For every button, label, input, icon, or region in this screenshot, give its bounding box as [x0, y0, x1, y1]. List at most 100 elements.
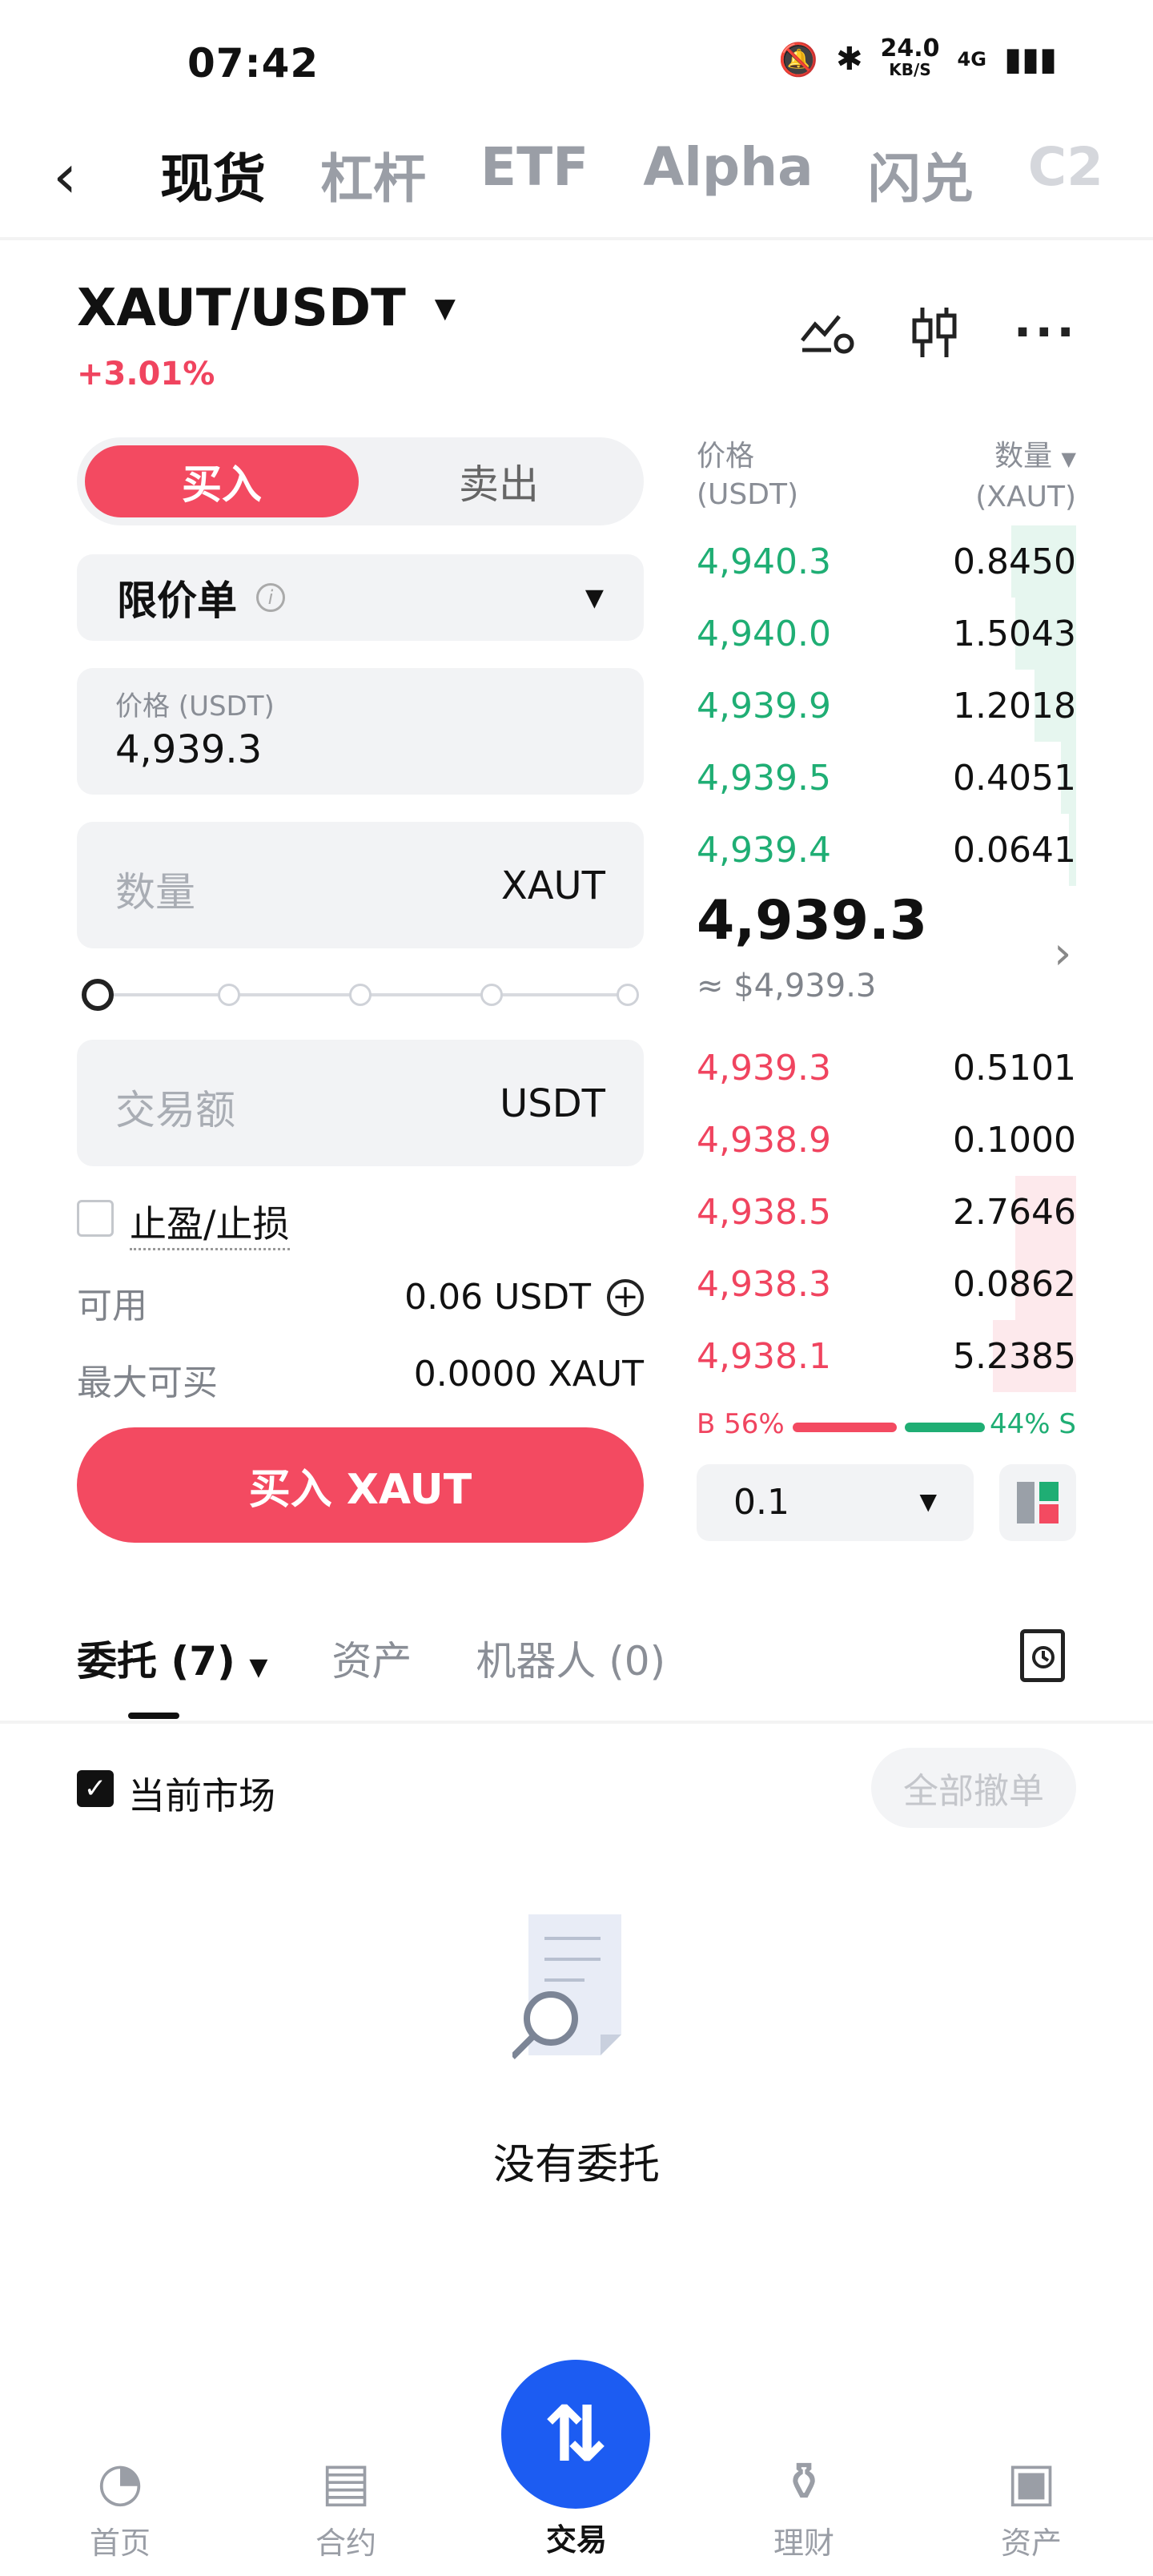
cancel-all-button[interactable]: 全部撤单	[871, 1748, 1076, 1828]
orders-tabs: 委托 (7) ▼ 资产 机器人 (0)	[77, 1629, 665, 1687]
tab-spot[interactable]: 现货	[160, 136, 266, 213]
price-field[interactable]: 价格 (USDT) 4,939.3	[77, 668, 644, 795]
orderbook-row[interactable]: 4,938.5 2.7646	[697, 1176, 1076, 1248]
net-speed: 24.0 KB/S	[881, 37, 940, 80]
ob-qty-header[interactable]: 数量 ▼ (XAUT)	[935, 437, 1076, 517]
orderbook-row[interactable]: 4,939.4 0.0641	[697, 814, 1076, 886]
orderbook-qty: 1.5043	[953, 614, 1076, 654]
tab-alpha[interactable]: Alpha	[643, 136, 813, 213]
available-row: 0.06 USDT +	[404, 1277, 644, 1318]
ob-price-header-label: 价格	[697, 440, 755, 473]
orderbook-qty: 1.2018	[953, 686, 1076, 727]
orderbook-price: 4,939.4	[697, 830, 831, 871]
ob-price-header-unit: (USDT)	[697, 478, 799, 511]
current-market-checkbox[interactable]: ✓	[77, 1770, 114, 1807]
current-market-label[interactable]: 当前市场	[128, 1767, 275, 1820]
orderbook-qty: 0.0641	[953, 830, 1076, 871]
price-alert-icon[interactable]	[799, 308, 855, 356]
orderbook-row[interactable]: 4,940.3 0.8450	[697, 525, 1076, 598]
sell-tab[interactable]: 卖出	[362, 445, 636, 517]
mid-price: 4,939.3	[697, 889, 928, 952]
add-funds-icon[interactable]: +	[607, 1278, 644, 1316]
depth-step-select[interactable]: 0.1 ▼	[697, 1464, 974, 1541]
tab-bots[interactable]: 机器人 (0)	[476, 1629, 665, 1687]
price-field-value[interactable]: 4,939.3	[115, 727, 262, 772]
tab-margin[interactable]: 杠杆	[320, 136, 426, 213]
pair-change: +3.01%	[77, 356, 215, 392]
order-type-label: 限价单	[117, 578, 237, 624]
earn-icon: ⚱	[781, 2451, 826, 2513]
quantity-unit: XAUT	[500, 863, 605, 908]
slider-stop-25[interactable]	[218, 984, 240, 1006]
orderbook-price: 4,938.5	[697, 1192, 831, 1233]
orderbook-qty: 0.4051	[953, 758, 1076, 799]
nav-futures[interactable]: ▤ 合约	[290, 2451, 402, 2562]
nav-home[interactable]: ◔ 首页	[64, 2451, 176, 2562]
buy-submit-button[interactable]: 买入 XAUT	[77, 1427, 644, 1543]
tab-convert[interactable]: 闪兑	[868, 136, 974, 213]
candlestick-chart-icon[interactable]	[908, 304, 961, 360]
tab-open-orders[interactable]: 委托 (7) ▼	[77, 1629, 267, 1687]
info-icon[interactable]: i	[256, 583, 285, 612]
orderbook-row[interactable]: 4,938.3 0.0862	[697, 1248, 1076, 1320]
quantity-placeholder: 数量	[115, 869, 195, 916]
order-history-icon[interactable]	[1020, 1629, 1065, 1682]
mid-price-fiat: ≈ $4,939.3	[697, 968, 877, 1004]
available-label: 可用	[77, 1286, 147, 1326]
dropdown-arrow-icon: ▼	[585, 583, 604, 612]
empty-orders-text: 没有委托	[492, 2141, 660, 2189]
status-icons: 🔕 ✱ 24.0 KB/S 4G ▮▮▮	[778, 37, 1057, 80]
orderbook-row[interactable]: 4,939.5 0.4051	[697, 742, 1076, 814]
signal-icon: ▮▮▮	[1003, 41, 1057, 78]
max-buy-value: 0.0000 XAUT	[413, 1354, 644, 1395]
slider-handle[interactable]	[82, 979, 114, 1011]
slider-stop-50[interactable]	[349, 984, 372, 1006]
network-type: 4G	[957, 48, 986, 70]
sell-ratio-bar	[905, 1423, 985, 1432]
orderbook-price: 4,939.3	[697, 1048, 831, 1089]
nav-assets[interactable]: ▣ 资产	[975, 2451, 1087, 2562]
tab-open-orders-label: 委托 (7)	[77, 1638, 235, 1684]
bluetooth-icon: ✱	[836, 41, 863, 78]
tab-etf[interactable]: ETF	[480, 136, 589, 213]
slider-stop-75[interactable]	[480, 984, 503, 1006]
buy-ratio-bar	[793, 1423, 897, 1432]
orderbook-row[interactable]: 4,940.0 1.5043	[697, 598, 1076, 670]
market-tabs: 现货 杠杆 ETF Alpha 闪兑 C2	[160, 136, 1103, 213]
layout-icon	[1017, 1482, 1059, 1523]
more-icon[interactable]: ···	[1014, 304, 1078, 360]
buy-tab[interactable]: 买入	[85, 445, 359, 517]
pair-selector[interactable]: XAUT/USDT ▼	[77, 279, 456, 338]
nav-earn[interactable]: ⚱ 理财	[748, 2451, 860, 2562]
trade-center-icon[interactable]: ⇅	[501, 2360, 650, 2509]
orderbook-row[interactable]: 4,939.3 0.5101	[697, 1032, 1076, 1104]
tpsl-label[interactable]: 止盈/止损	[130, 1195, 290, 1250]
nav-futures-label: 合约	[315, 2526, 376, 2561]
nav-assets-label: 资产	[1000, 2526, 1062, 2561]
chevron-right-icon[interactable]: ›	[1054, 928, 1071, 980]
orderbook-row[interactable]: 4,939.9 1.2018	[697, 670, 1076, 742]
net-speed-value: 24.0	[880, 34, 940, 62]
back-icon[interactable]: ‹	[53, 144, 101, 208]
orderbook-row[interactable]: 4,938.9 0.1000	[697, 1104, 1076, 1176]
orderbook-qty: 5.2385	[953, 1336, 1076, 1377]
tpsl-checkbox[interactable]	[77, 1200, 114, 1237]
orderbook-layout-button[interactable]	[999, 1464, 1076, 1541]
amount-field[interactable]: 交易额 USDT	[77, 1040, 644, 1166]
orderbook-qty: 0.5101	[953, 1048, 1076, 1089]
caret-down-icon: ▼	[249, 1653, 268, 1681]
pair-name: XAUT/USDT	[77, 279, 406, 338]
mute-bell-icon: 🔕	[778, 41, 818, 78]
active-tab-indicator	[128, 1713, 179, 1719]
orderbook-price: 4,940.0	[697, 614, 831, 654]
tab-c2c[interactable]: C2	[1028, 136, 1103, 213]
orderbook-qty: 0.8450	[953, 541, 1076, 582]
tab-assets[interactable]: 资产	[331, 1629, 412, 1687]
max-buy-label: 最大可买	[77, 1362, 218, 1403]
nav-trade-label[interactable]: 交易	[520, 2515, 633, 2559]
quantity-field[interactable]: 数量 XAUT	[77, 822, 644, 948]
orderbook-row[interactable]: 4,938.1 5.2385	[697, 1320, 1076, 1392]
slider-stop-100[interactable]	[617, 984, 639, 1006]
order-type-select[interactable]: 限价单 i ▼	[77, 554, 644, 641]
header-actions: ···	[799, 304, 1078, 360]
